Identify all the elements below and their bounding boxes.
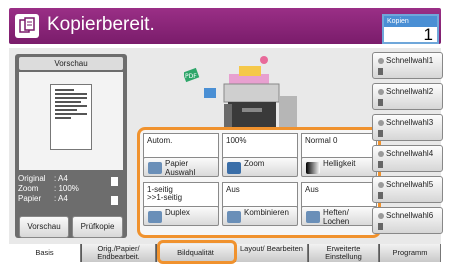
quick-setup-1-button[interactable]: Schnellwahl1: [372, 52, 443, 79]
info-key: Papier: [18, 194, 42, 203]
tab-highlight: [157, 240, 237, 264]
preview-button[interactable]: Vorschau: [19, 216, 69, 238]
tab-original-paper-finishing[interactable]: Orig./Papier/ Endbearbeit.: [82, 244, 156, 262]
tab-advanced-setup[interactable]: Erweiterte Einstellung: [309, 244, 379, 262]
combine-icon: [227, 211, 241, 223]
combine-button[interactable]: Kombinieren: [222, 206, 298, 226]
page-icon: [378, 130, 383, 137]
quick-dot-icon: [378, 120, 384, 126]
info-value: : 100%: [54, 184, 79, 193]
copies-field[interactable]: Kopien 1: [382, 14, 439, 44]
copy-app-icon: [15, 14, 39, 38]
page-icon: [378, 99, 383, 106]
quick-dot-icon: [378, 182, 384, 188]
quick-setup-3-button[interactable]: Schnellwahl3: [372, 114, 443, 141]
zoom-button[interactable]: Zoom: [222, 157, 298, 177]
quick-dot-icon: [378, 213, 384, 219]
paper-select-icon: [148, 162, 162, 174]
function-grid: Autom. Papier Auswahl 100% Zoom Normal 0…: [137, 127, 381, 238]
paper-selection-button[interactable]: Papier Auswahl: [143, 157, 219, 177]
staple-icon: [306, 211, 320, 223]
main-panel: Vorschau Original : A4 Zoom : 100% Papier:…: [9, 48, 443, 244]
preview-panel: Vorschau Original : A4 Zoom : 100% Papier:…: [15, 54, 127, 238]
info-key: Zoom: [18, 184, 39, 193]
staple-punch-button[interactable]: Heften/ Lochen: [301, 206, 377, 226]
paper-page-icon: [111, 196, 118, 205]
tab-layout-edit[interactable]: Layout/ Bearbeiten: [236, 244, 308, 262]
preview-info: Original : A4 Zoom : 100% Papier : A4: [18, 174, 79, 204]
quick-setup-4-button[interactable]: Schnellwahl4: [372, 145, 443, 172]
page-title: Kopierbereit.: [47, 14, 155, 35]
info-key: Original: [18, 174, 46, 183]
svg-text:PDF: PDF: [185, 73, 197, 80]
page-icon: [378, 161, 383, 168]
document-thumbnail: [50, 84, 92, 150]
density-icon: [306, 162, 320, 174]
quick-dot-icon: [378, 151, 384, 157]
page-icon: [378, 68, 383, 75]
preview-header: Vorschau: [19, 57, 123, 70]
tab-program[interactable]: Programm: [380, 244, 441, 262]
preview-area: [19, 72, 123, 170]
quick-setup-6-button[interactable]: Schnellwahl6: [372, 207, 443, 234]
tab-basis[interactable]: Basis: [9, 244, 81, 262]
duplex-button[interactable]: Duplex: [143, 206, 219, 226]
density-button[interactable]: Helligkeit: [301, 157, 377, 177]
page-icon: [378, 192, 383, 199]
copies-value: 1: [423, 25, 433, 44]
info-value: : A4: [54, 174, 68, 183]
info-value: : A4: [54, 194, 68, 203]
quick-dot-icon: [378, 89, 384, 95]
zoom-icon: [227, 162, 241, 174]
original-page-icon: [111, 177, 118, 186]
duplex-icon: [148, 211, 162, 223]
quick-dot-icon: [378, 58, 384, 64]
page-icon: [378, 223, 383, 230]
proof-copy-button[interactable]: Prüfkopie: [72, 216, 123, 238]
quick-setup-2-button[interactable]: Schnellwahl2: [372, 83, 443, 110]
quick-setup-5-button[interactable]: Schnellwahl5: [372, 176, 443, 203]
header-bar: Kopierbereit.: [9, 8, 441, 44]
